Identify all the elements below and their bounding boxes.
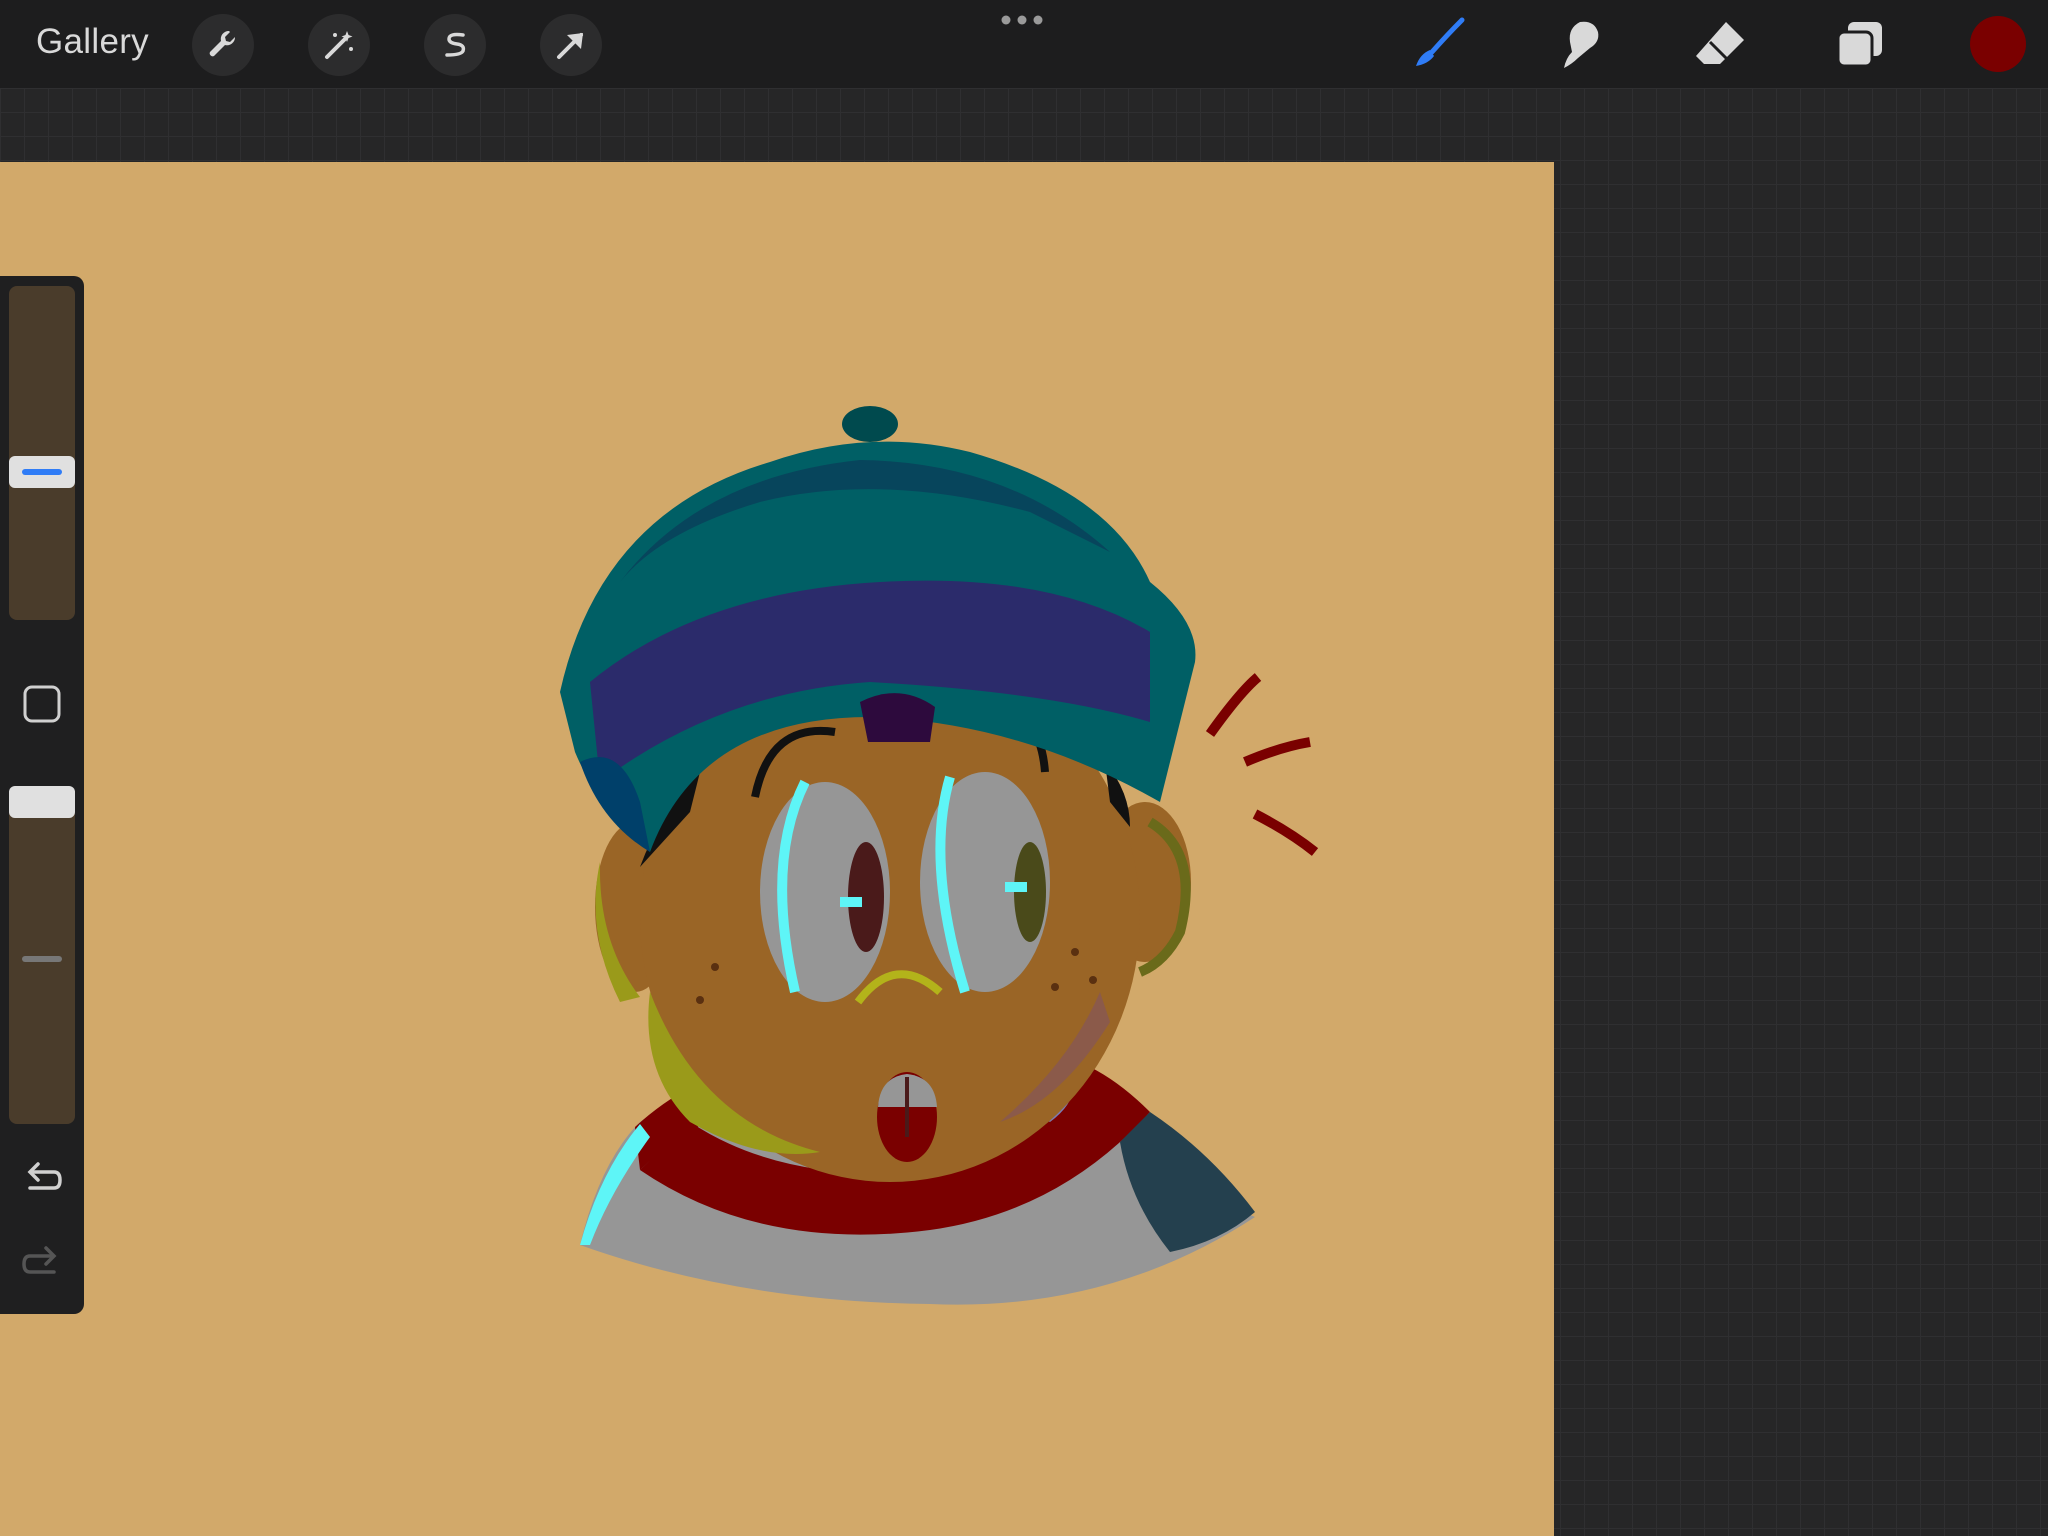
layers-icon: [1836, 22, 1882, 68]
undo-icon: [27, 1162, 62, 1190]
transform-arrow-icon: [557, 33, 583, 59]
undo-button[interactable]: [18, 1154, 66, 1202]
eraser-tool-button[interactable]: [1688, 12, 1752, 76]
wrench-icon: [209, 30, 236, 57]
smudge-icon: [1564, 21, 1599, 68]
brush-tool-button[interactable]: [1408, 12, 1472, 76]
top-toolbar: Gallery: [0, 0, 2048, 88]
modify-button[interactable]: [18, 680, 66, 728]
adjustments-button[interactable]: [308, 14, 370, 76]
selection-button[interactable]: [424, 14, 486, 76]
brush-size-slider[interactable]: [9, 286, 75, 620]
selection-s-icon: [445, 32, 466, 57]
gallery-button[interactable]: Gallery: [36, 22, 149, 62]
layers-button[interactable]: [1828, 12, 1892, 76]
eraser-icon: [1696, 22, 1744, 64]
brush-icon: [1416, 17, 1465, 66]
drawing-canvas[interactable]: [0, 162, 1554, 1536]
left-sidebar: [0, 276, 84, 1314]
opacity-slider[interactable]: [9, 786, 75, 1124]
opacity-handle[interactable]: [9, 786, 75, 818]
color-picker-swatch[interactable]: [1970, 16, 2026, 72]
magic-wand-icon: [325, 31, 353, 59]
square-icon: [23, 685, 61, 723]
transform-button[interactable]: [540, 14, 602, 76]
redo-button[interactable]: [18, 1238, 66, 1286]
more-dots-icon[interactable]: [996, 10, 1048, 30]
actions-wrench-button[interactable]: [192, 14, 254, 76]
redo-icon: [22, 1246, 57, 1274]
smudge-tool-button[interactable]: [1548, 12, 1612, 76]
brush-size-handle[interactable]: [9, 456, 75, 488]
artwork-illustration: [560, 406, 1319, 1305]
